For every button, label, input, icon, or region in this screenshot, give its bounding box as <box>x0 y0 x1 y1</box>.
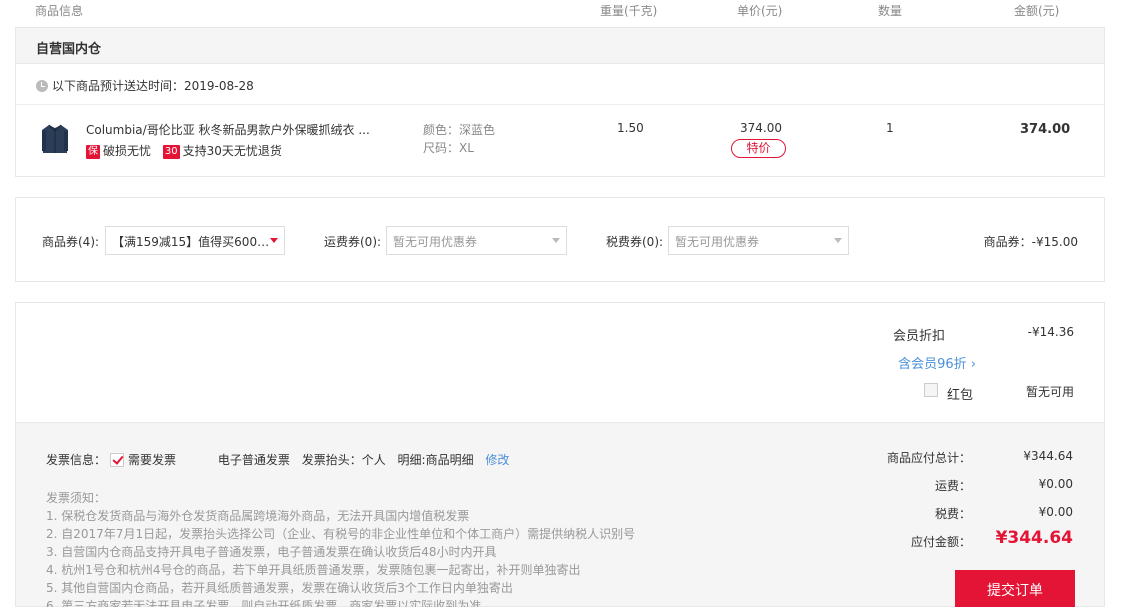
invoice-info: 发票信息： 需要发票 电子普通发票 发票抬头：个人 明细:商品明细 修改 <box>46 451 509 468</box>
discount-section: 会员折扣 -¥14.36 含会员96折 › 红包 暂无可用 <box>15 302 1105 422</box>
invoice-title: 发票抬头：个人 <box>301 453 386 467</box>
special-price-badge: 特价 <box>731 139 786 158</box>
shipping-coupon-placeholder: 暂无可用优惠券 <box>393 235 478 249</box>
invoice-section: 发票信息： 需要发票 电子普通发票 发票抬头：个人 明细:商品明细 修改 发票须知… <box>15 422 1105 607</box>
table-header: 商品信息 重量(千克) 单价(元) 数量 金额(元) <box>0 0 1105 22</box>
coupon-summary: 商品券：-¥15.00 <box>983 235 1078 249</box>
invoice-info-label: 发票信息： <box>46 453 107 467</box>
product-name[interactable]: Columbia/哥伦比亚 秋冬新品男款户外保暖抓绒衣 ... <box>86 121 376 138</box>
header-amount: 金额(元) <box>1014 4 1060 18</box>
chevron-down-icon <box>552 238 560 243</box>
header-price: 单价(元) <box>737 4 783 18</box>
shipping-label: 运费： <box>934 479 971 493</box>
delivery-note-text: 以下商品预计送达时间：2019-08-28 <box>52 79 254 93</box>
chevron-right-icon: › <box>970 357 976 372</box>
invoice-modify-link[interactable]: 修改 <box>485 453 509 467</box>
tax-value: ¥0.00 <box>1038 505 1073 519</box>
header-product: 商品信息 <box>35 4 84 18</box>
tax-coupon-placeholder: 暂无可用优惠券 <box>675 235 760 249</box>
redpacket-value: 暂无可用 <box>1025 385 1074 399</box>
payable-label: 应付金额： <box>910 535 971 549</box>
warehouse-section: 自营国内仓 以下商品预计送达时间：2019-08-28 Columbia/哥伦比… <box>15 27 1105 177</box>
product-size: 尺码：XL <box>423 141 474 155</box>
shipping-value: ¥0.00 <box>1038 477 1073 491</box>
header-weight: 重量(千克) <box>600 4 658 18</box>
member-rate-link[interactable]: 含会员96折 › <box>898 353 976 372</box>
invoice-type: 电子普通发票 <box>217 453 290 467</box>
invoice-notes-title: 发票须知： <box>46 491 107 505</box>
product-weight: 1.50 <box>617 121 644 135</box>
delivery-note: 以下商品预计送达时间：2019-08-28 <box>16 64 1104 105</box>
product-qty: 1 <box>886 121 894 135</box>
clock-icon <box>36 80 48 92</box>
submit-order-button[interactable]: 提交订单 <box>955 570 1075 607</box>
header-qty: 数量 <box>878 4 903 18</box>
invoice-note: 6. 第三方商家若无法开具电子发票，则自动开纸质发票，商家发票以实际收到为准 <box>46 599 482 607</box>
payable-value: ¥344.64 <box>995 528 1073 548</box>
member-discount-label: 会员折扣 <box>892 329 945 344</box>
member-rate-link-text: 含会员96折 <box>898 357 967 372</box>
warehouse-title: 自营国内仓 <box>16 28 1104 64</box>
shipping-coupon-label: 运费券(0): <box>324 235 382 249</box>
shipping-coupon-select[interactable]: 暂无可用优惠券 <box>386 226 567 255</box>
redpacket-label: 红包 <box>946 388 973 403</box>
damage-guarantee-text: 破损无忧 <box>103 144 152 158</box>
goods-total-label: 商品应付总计： <box>886 451 971 465</box>
goods-coupon-value: 【满159减15】值得买600礼... <box>112 235 270 249</box>
product-unit-price: 374.00 <box>740 121 782 135</box>
invoice-note: 5. 其他自营国内仓商品，若开具纸质普通发票，发票在确认收货后3个工作日内单独寄… <box>46 581 513 595</box>
need-invoice-label: 需要发票 <box>128 453 177 467</box>
need-invoice-checkbox[interactable] <box>110 453 125 467</box>
return-30-icon: 30 <box>162 145 180 159</box>
chevron-down-icon <box>270 238 278 243</box>
tax-coupon-label: 税费券(0): <box>606 235 664 249</box>
invoice-note: 1. 保税仓发货商品与海外仓发货商品属跨境海外商品，无法开具国内增值税发票 <box>46 509 470 523</box>
coupon-section: 商品券(4): 【满159减15】值得买600礼... 运费券(0): 暂无可用… <box>15 197 1105 282</box>
invoice-note: 3. 自营国内仓商品支持开具电子普通发票，电子普通发票在确认收货后48小时内开具 <box>46 545 497 559</box>
product-amount: 374.00 <box>1020 122 1071 137</box>
goods-coupon-select[interactable]: 【满159减15】值得买600礼... <box>105 226 285 255</box>
jacket-thumbnail-icon[interactable] <box>40 123 70 157</box>
service-tags: 保破损无忧 30 支持30天无忧退货 <box>86 142 290 159</box>
goods-total-value: ¥344.64 <box>1023 449 1073 463</box>
redpacket-checkbox[interactable] <box>924 383 938 397</box>
damage-guarantee-icon: 保 <box>86 145 100 159</box>
tax-label: 税费： <box>934 507 971 521</box>
tax-coupon-select[interactable]: 暂无可用优惠券 <box>668 226 849 255</box>
order-item: Columbia/哥伦比亚 秋冬新品男款户外保暖抓绒衣 ... 保破损无忧 30… <box>16 105 1104 177</box>
goods-coupon-label: 商品券(4): <box>42 235 100 249</box>
invoice-note: 2. 自2017年7月1日起，发票抬头选择公司（企业、有税号的非企业性单位和个体… <box>46 527 636 541</box>
invoice-note: 4. 杭州1号仓和杭州4号仓的商品，若下单开具纸质普通发票，发票随包裹一起寄出，… <box>46 563 581 577</box>
member-discount-value: -¥14.36 <box>1027 325 1074 339</box>
chevron-down-icon <box>834 238 842 243</box>
invoice-detail: 明细:商品明细 <box>397 453 474 467</box>
return-30-text: 支持30天无忧退货 <box>182 144 282 158</box>
product-color: 颜色：深蓝色 <box>423 123 496 137</box>
